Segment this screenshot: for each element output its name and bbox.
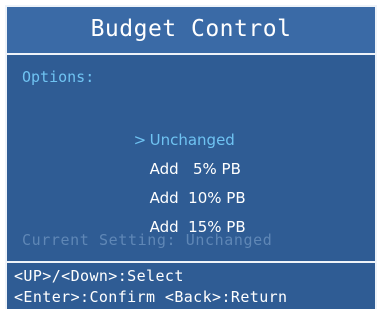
option-add-15-pb[interactable]: Add 15% PB bbox=[121, 194, 246, 236]
current-setting-status: Current Setting: Unchanged bbox=[22, 231, 273, 249]
key-help-bar: <UP>/<Down>:Select <Enter>:Confirm <Back… bbox=[7, 261, 375, 309]
options-heading: Options: bbox=[22, 68, 95, 86]
budget-control-dialog: Budget Control Options: > Unchanged Add 5… bbox=[5, 5, 377, 309]
key-help-confirm-return: <Enter>:Confirm <Back>:Return bbox=[14, 288, 288, 306]
option-unchanged[interactable]: > Unchanged bbox=[105, 107, 235, 149]
key-help-select: <UP>/<Down>:Select bbox=[14, 267, 184, 285]
option-add-10-pb[interactable]: Add 10% PB bbox=[121, 165, 246, 207]
option-add-5-pb[interactable]: Add 5% PB bbox=[121, 136, 241, 178]
dialog-title: Budget Control bbox=[7, 7, 375, 55]
